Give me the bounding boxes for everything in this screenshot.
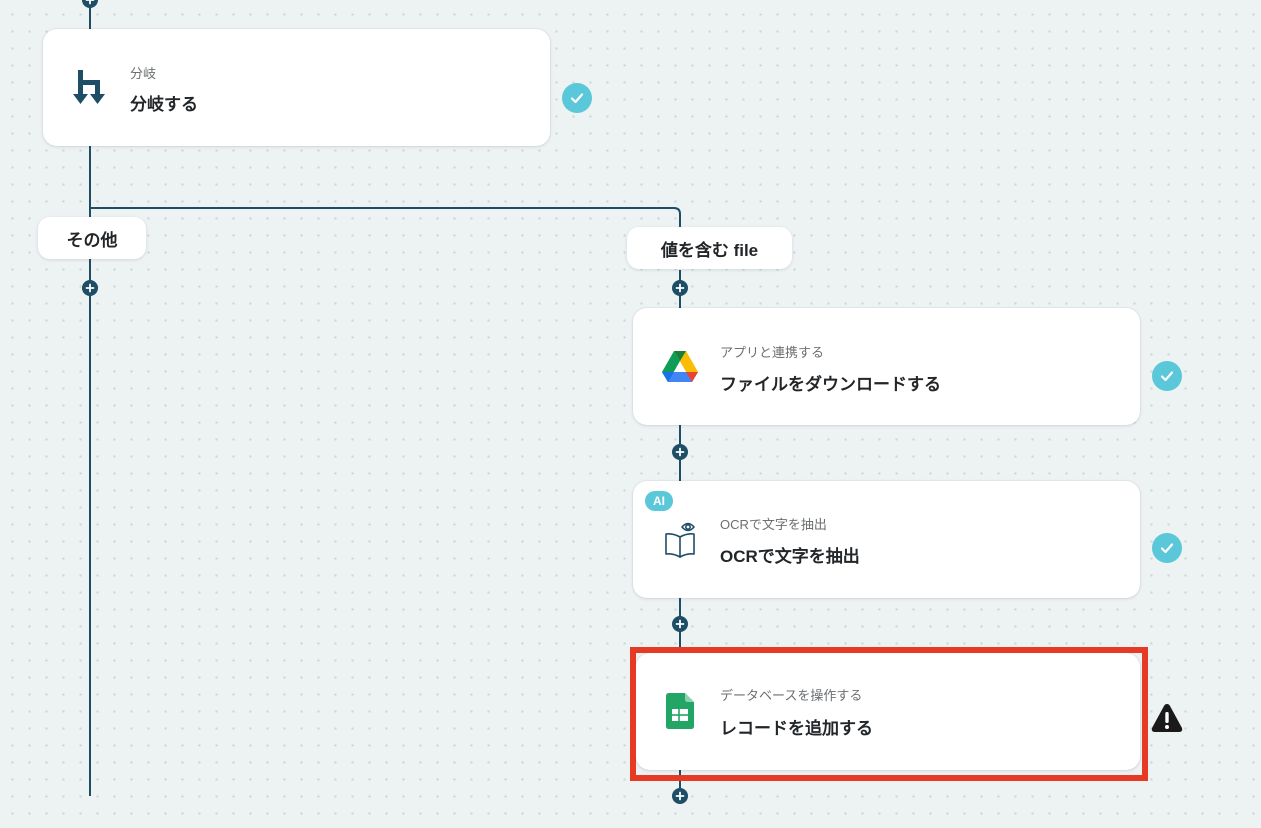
add-step-button-condition[interactable] [672, 280, 688, 296]
check-icon [570, 93, 584, 104]
branch-node-title: 分岐する [130, 95, 198, 114]
step-status-check [1152, 533, 1182, 563]
plus-icon [675, 283, 685, 293]
branch-label-condition[interactable]: 値を含む file [627, 227, 792, 269]
ocr-book-icon [660, 519, 700, 559]
flow-canvas[interactable]: 分岐 分岐する その他 値を含む file アプリと連携する ファイルをダウンロ… [0, 0, 1261, 828]
step-title: OCRで文字を抽出 [720, 547, 860, 566]
plus-icon [85, 0, 95, 5]
add-step-button-bottom[interactable] [672, 788, 688, 804]
check-icon [1160, 543, 1174, 554]
step-subtitle: アプリと連携する [720, 345, 825, 360]
branch-icon [71, 67, 111, 107]
step-title: ファイルをダウンロードする [720, 375, 941, 394]
add-step-button[interactable] [672, 444, 688, 460]
plus-icon [85, 283, 95, 293]
branch-node[interactable]: 分岐 分岐する [43, 29, 550, 146]
step-subtitle: データベースを操作する [720, 688, 863, 703]
check-icon [1160, 371, 1174, 382]
ai-badge: AI [645, 491, 673, 511]
branch-label-other[interactable]: その他 [38, 217, 146, 259]
step-node-add-record[interactable]: データベースを操作する レコードを追加する [636, 653, 1140, 770]
plus-icon [675, 447, 685, 457]
warning-icon [1150, 702, 1184, 734]
step-status-check [1152, 361, 1182, 391]
branch-node-subtitle: 分岐 [130, 66, 157, 81]
google-drive-icon [660, 346, 700, 386]
step-title: レコードを追加する [720, 719, 873, 738]
step-subtitle: OCRで文字を抽出 [720, 517, 827, 532]
step-node-ocr[interactable]: OCRで文字を抽出 OCRで文字を抽出 [633, 481, 1140, 598]
google-sheets-icon [660, 691, 700, 731]
step-node-download-file[interactable]: アプリと連携する ファイルをダウンロードする [633, 308, 1140, 425]
add-step-button-other[interactable] [82, 280, 98, 296]
plus-icon [675, 791, 685, 801]
add-step-button[interactable] [672, 616, 688, 632]
plus-icon [675, 619, 685, 629]
branch-status-check [562, 83, 592, 113]
